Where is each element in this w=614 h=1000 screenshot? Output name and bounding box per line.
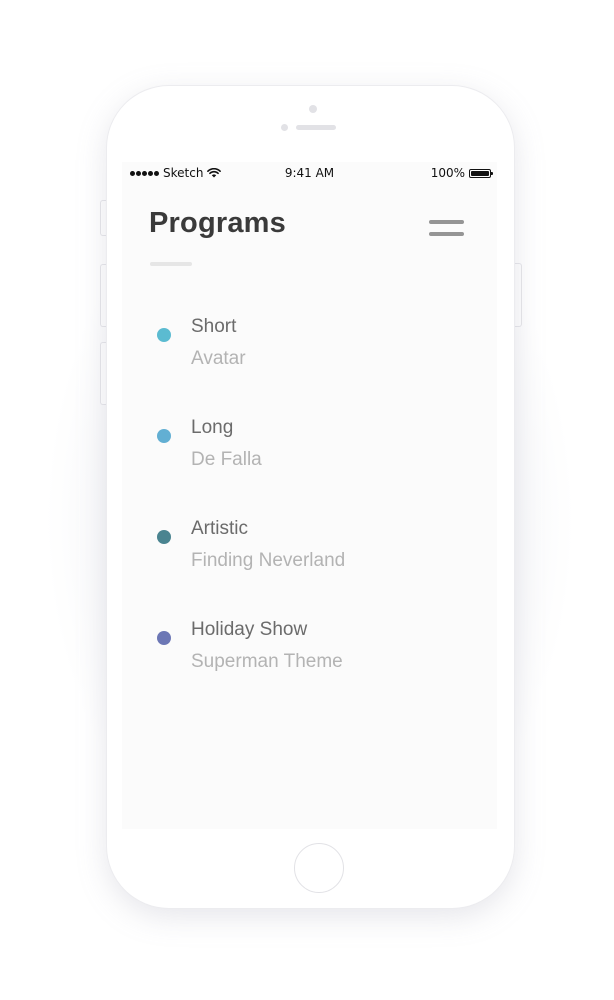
program-item-short[interactable]: Short Avatar — [122, 312, 497, 390]
front-camera — [309, 105, 317, 113]
program-music: De Falla — [191, 449, 262, 470]
program-name: Artistic — [191, 518, 248, 539]
program-color-dot — [157, 530, 171, 544]
battery-percentage: 100% — [430, 166, 465, 180]
program-name: Holiday Show — [191, 619, 308, 640]
program-color-dot — [157, 429, 171, 443]
program-color-dot — [157, 328, 171, 342]
mute-switch — [100, 200, 107, 236]
status-bar: Sketch 9:41 AM 100% — [122, 162, 497, 184]
program-color-dot — [157, 631, 171, 645]
device-mockup-stage: Sketch 9:41 AM 100% Programs Short Avata… — [0, 0, 614, 1000]
proximity-sensor — [281, 124, 288, 131]
volume-down-button — [100, 342, 107, 405]
battery-group: 100% — [430, 166, 493, 180]
battery-icon — [469, 168, 493, 178]
program-item-long[interactable]: Long De Falla — [122, 413, 497, 491]
earpiece-speaker — [296, 125, 336, 130]
program-item-artistic[interactable]: Artistic Finding Neverland — [122, 514, 497, 592]
program-music: Finding Neverland — [191, 550, 346, 571]
program-name: Long — [191, 417, 234, 438]
program-item-holiday-show[interactable]: Holiday Show Superman Theme — [122, 615, 497, 693]
app-screen: Sketch 9:41 AM 100% Programs Short Avata… — [122, 162, 497, 829]
program-name: Short — [191, 316, 237, 337]
program-music: Avatar — [191, 348, 246, 369]
program-music: Superman Theme — [191, 651, 343, 672]
power-button — [515, 263, 522, 327]
hamburger-menu-icon[interactable] — [427, 218, 465, 240]
title-underline — [150, 262, 192, 266]
page-title: Programs — [149, 207, 286, 239]
home-button[interactable] — [294, 843, 344, 893]
volume-up-button — [100, 264, 107, 327]
